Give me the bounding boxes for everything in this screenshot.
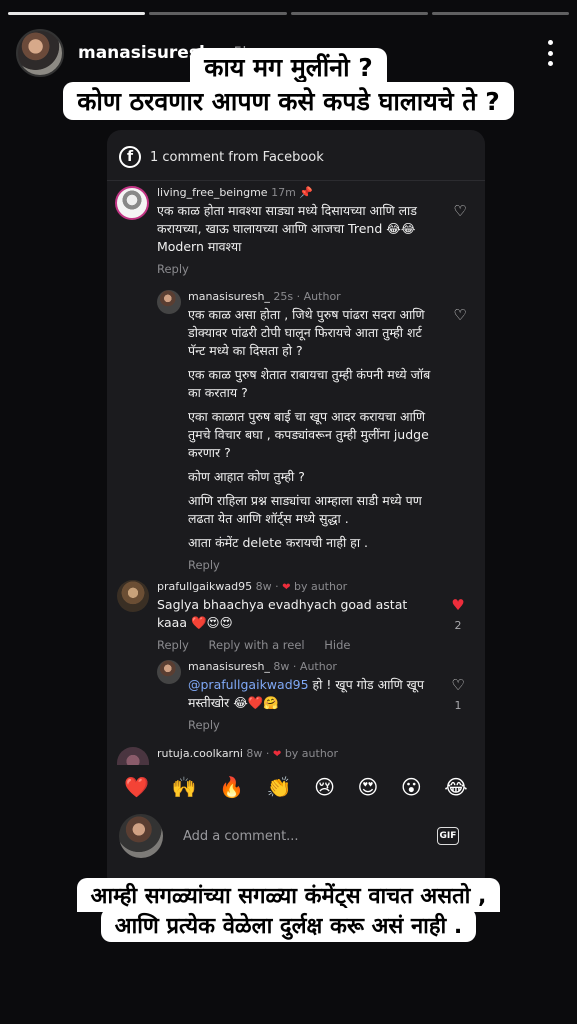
caption-line: आणि प्रत्येक वेळेला दुर्लक्ष करू असं नाह… — [100, 908, 477, 942]
reply-button[interactable]: Reply — [157, 638, 189, 652]
story-caption-bottom: आम्ही सगळ्यांच्या सगळ्या कंमेंट्स वाचत अ… — [0, 878, 577, 942]
comment-text: Saglya bhaachya evadhyach goad astat kaa… — [157, 596, 417, 632]
progress-segment — [431, 12, 569, 15]
hide-button[interactable]: Hide — [324, 638, 350, 652]
like-button[interactable]: ♡ — [451, 204, 469, 219]
emoji-surprised[interactable]: 😮 — [401, 775, 422, 799]
comment-header: living_free_beingme 17m 📌 — [157, 186, 437, 199]
comment-line: एका काळात पुरुष बाई चा खूप आदर करायचा आण… — [188, 409, 429, 460]
comment-body: living_free_beingme 17m 📌 एक काळ होता मा… — [157, 186, 437, 276]
comment-time: 8w — [255, 580, 272, 593]
comment-username[interactable]: manasisuresh_ — [188, 290, 270, 303]
comment-time: 25s — [273, 290, 294, 303]
commenter-avatar[interactable] — [117, 747, 149, 765]
comment-body: manasisuresh_ 8w · Author @prafullgaikwa… — [188, 660, 443, 732]
comment-username[interactable]: manasisuresh_ — [188, 660, 270, 673]
comment-header: manasisuresh_ 25s · Author — [188, 290, 341, 303]
like-button[interactable]: ♡ 1 — [449, 676, 467, 713]
comment-line: एक काळ असा होता , जिथे पुरुष पांढरा सदरा… — [188, 307, 425, 358]
author-tag: Author — [303, 290, 341, 303]
like-count: 2 — [454, 619, 462, 632]
commenter-avatar[interactable] — [157, 290, 181, 314]
progress-segment — [8, 12, 146, 15]
comment-text: एक काळ होता मावश्या साड्या मध्ये दिसायच्… — [157, 202, 437, 256]
comment-text: @prafullgaikwad95 हो ! खूप गोड आणि खूप म… — [188, 676, 443, 712]
caption-line: काय मग मुलींनो ? — [190, 48, 387, 86]
liked-by-author: by author — [284, 747, 339, 760]
emoji-fire[interactable]: 🔥 — [219, 775, 244, 799]
divider — [107, 180, 485, 181]
progress-segment — [290, 12, 428, 15]
pin-icon: 📌 — [299, 186, 313, 199]
caption-line: कोण ठरवणार आपण कसे कपडे घालायचे ते ? — [63, 82, 514, 120]
comment-text: एक काळ असा होता , जिथे पुरुष पांढरा सदरा… — [188, 306, 438, 552]
story-caption-top: काय मग मुलींनो ? कोण ठरवणार आपण कसे कपडे… — [0, 48, 577, 120]
facebook-icon: f — [119, 146, 141, 168]
reply-button[interactable]: Reply — [188, 718, 220, 732]
like-count: 1 — [454, 699, 462, 712]
comment-actions: Reply — [157, 262, 437, 276]
comment-username[interactable]: prafullgaikwad95 — [157, 580, 252, 593]
like-button[interactable]: ♥ 2 — [449, 596, 467, 633]
comments-source-text: 1 comment from Facebook — [150, 149, 324, 165]
comment-body: manasisuresh_ 25s · Author एक काळ असा हो… — [188, 290, 438, 572]
comment-line: एक काळ पुरुष शेतात राबायचा तुम्ही कंपनी … — [188, 367, 431, 400]
reply-button[interactable]: Reply — [188, 558, 220, 572]
comment-username[interactable]: living_free_beingme — [157, 186, 268, 199]
progress-segment — [149, 12, 287, 15]
comment-composer: Add a comment... GIF — [119, 814, 473, 858]
reply-button[interactable]: Reply — [157, 262, 189, 276]
comment-actions: Reply — [188, 718, 443, 732]
comment-line: Saglya bhaachya evadhyach goad astat kaa… — [157, 597, 408, 630]
comments-source-row: f 1 comment from Facebook — [119, 146, 324, 168]
comment-line: एक काळ होता मावश्या साड्या मध्ये दिसायच्… — [157, 203, 417, 254]
heart-outline-icon: ♡ — [451, 676, 465, 694]
comment-line: आणि राहिला प्रश्न साड्यांचा आम्हाला साडी… — [188, 493, 422, 526]
emoji-heart[interactable]: ❤️ — [124, 775, 149, 799]
comment-line: कोण आहात कोण तुम्ही ? — [188, 469, 305, 484]
emoji-heart-eyes[interactable]: 😍 — [357, 775, 378, 799]
comment-input[interactable]: Add a comment... — [183, 829, 437, 844]
comment-time: 8w — [273, 660, 290, 673]
comment-header: rutuja.coolkarni 8w · ❤ by author — [157, 747, 339, 760]
comment-username[interactable]: rutuja.coolkarni — [157, 747, 243, 760]
story-progress — [8, 12, 569, 15]
emoji-raised-hands[interactable]: 🙌 — [172, 775, 197, 799]
caption-line: आम्ही सगळ्यांच्या सगळ्या कंमेंट्स वाचत अ… — [76, 878, 501, 912]
heart-icon: ❤ — [282, 582, 291, 593]
like-button[interactable]: ♡ — [451, 308, 469, 323]
gif-button[interactable]: GIF — [437, 827, 459, 845]
comment-time: 8w — [246, 747, 263, 760]
comment-actions: Reply — [188, 558, 438, 572]
author-tag: Author — [299, 660, 337, 673]
own-avatar — [119, 814, 163, 858]
comment-header: prafullgaikwad95 8w · ❤ by author — [157, 580, 348, 593]
comment-actions: Reply Reply with a reel Hide — [157, 638, 457, 652]
comment-time: 17m — [271, 186, 296, 199]
emoji-laughing[interactable]: 😂 — [444, 775, 467, 799]
commenter-avatar[interactable] — [157, 660, 181, 684]
heart-outline-icon: ♡ — [453, 306, 467, 324]
emoji-reactions: ❤️ 🙌 🔥 👏 😢 😍 😮 😂 — [107, 775, 485, 799]
comment-body: rutuja.coolkarni 8w · ❤ by author — [157, 747, 457, 760]
comment-body: prafullgaikwad95 8w · ❤ by author Saglya… — [157, 580, 457, 652]
emoji-crying[interactable]: 😢 — [314, 775, 335, 799]
emoji-clap[interactable]: 👏 — [267, 775, 292, 799]
reply-with-reel-button[interactable]: Reply with a reel — [209, 638, 305, 652]
comment-line: आता कंमेंट delete करायची नाही हा . — [188, 535, 369, 550]
heart-icon: ❤ — [272, 749, 282, 760]
comment-header: manasisuresh_ 8w · Author — [188, 660, 337, 673]
commenter-avatar[interactable] — [115, 186, 149, 220]
heart-outline-icon: ♡ — [453, 202, 467, 220]
comments-screenshot-panel: f 1 comment from Facebook living_free_be… — [107, 130, 485, 890]
heart-filled-icon: ♥ — [451, 596, 465, 614]
commenter-avatar[interactable] — [117, 580, 149, 612]
mention-link[interactable]: @prafullgaikwad95 — [188, 677, 309, 692]
liked-by-author: by author — [293, 580, 348, 593]
